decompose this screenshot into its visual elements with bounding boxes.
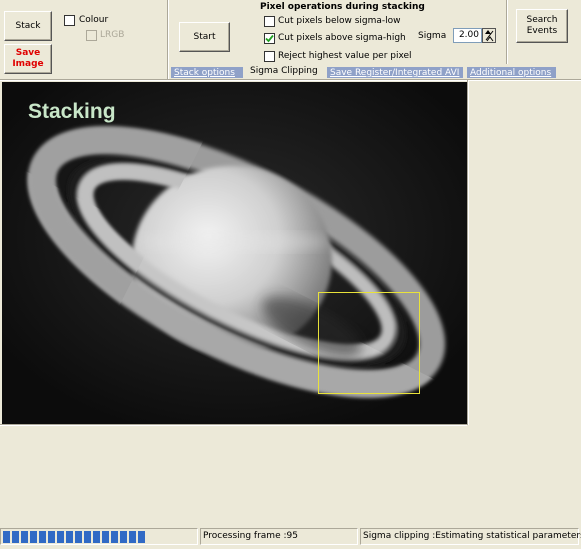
pixel-ops-divider	[506, 0, 507, 64]
progress-segment	[138, 531, 145, 543]
save-image-button[interactable]: Save Image	[4, 44, 52, 74]
sigma-label: Sigma	[418, 31, 447, 41]
tab-additional-options[interactable]: Additional options	[466, 66, 557, 79]
pixel-ops-title: Pixel operations during stacking	[260, 2, 425, 12]
progress-segment	[120, 531, 127, 543]
stack-button[interactable]: Stack	[4, 11, 52, 41]
cut-below-checkbox[interactable]	[264, 16, 275, 27]
reject-highest-checkbox[interactable]	[264, 51, 275, 62]
progress-segment	[39, 531, 46, 543]
progress-segment	[102, 531, 109, 543]
spinner-arrows-icon	[485, 30, 494, 42]
progress-fill	[1, 529, 199, 544]
tab-stack-options[interactable]: Stack options	[170, 66, 244, 79]
progress-segment	[30, 531, 37, 543]
image-right-divider	[467, 80, 468, 425]
progress-bar	[0, 528, 198, 545]
tab-baseline	[0, 79, 581, 80]
progress-segment	[129, 531, 136, 543]
cut-above-checkbox[interactable]	[264, 33, 275, 44]
search-events-button[interactable]: Search Events	[516, 9, 568, 43]
start-button[interactable]: Start	[179, 22, 230, 52]
lrgb-label: LRGB	[100, 30, 125, 40]
progress-segment	[93, 531, 100, 543]
colour-label: Colour	[79, 15, 109, 25]
progress-segment	[84, 531, 91, 543]
sigma-input[interactable]: 2.00	[453, 28, 482, 43]
progress-segment	[75, 531, 82, 543]
progress-segment	[3, 531, 10, 543]
progress-segment	[21, 531, 28, 543]
tab-save-register-avi[interactable]: Save Register/Integrated AVI	[326, 66, 464, 79]
status-message: Sigma clipping :Estimating statistical p…	[360, 528, 581, 545]
progress-segment	[12, 531, 19, 543]
progress-segment	[111, 531, 118, 543]
cut-above-label: Cut pixels above sigma-high	[278, 33, 406, 43]
tab-sigma-clipping[interactable]: Sigma Clipping	[246, 64, 325, 79]
progress-segment	[66, 531, 73, 543]
progress-segment	[48, 531, 55, 543]
progress-segment	[57, 531, 64, 543]
image-bottom-divider	[0, 424, 467, 425]
cut-below-label: Cut pixels below sigma-low	[278, 16, 401, 26]
lrgb-checkbox	[86, 30, 97, 41]
colour-checkbox[interactable]	[64, 15, 75, 26]
reject-highest-label: Reject highest value per pixel	[278, 51, 412, 61]
sigma-spinner[interactable]	[482, 28, 496, 43]
image-view[interactable]: Stacking	[2, 82, 467, 424]
toolbar-divider	[167, 0, 168, 79]
status-frame: Processing frame :95	[200, 528, 358, 545]
checkmark-icon	[265, 34, 274, 43]
image-overlay-title: Stacking	[28, 100, 116, 123]
roi-selection-box[interactable]	[318, 292, 420, 394]
